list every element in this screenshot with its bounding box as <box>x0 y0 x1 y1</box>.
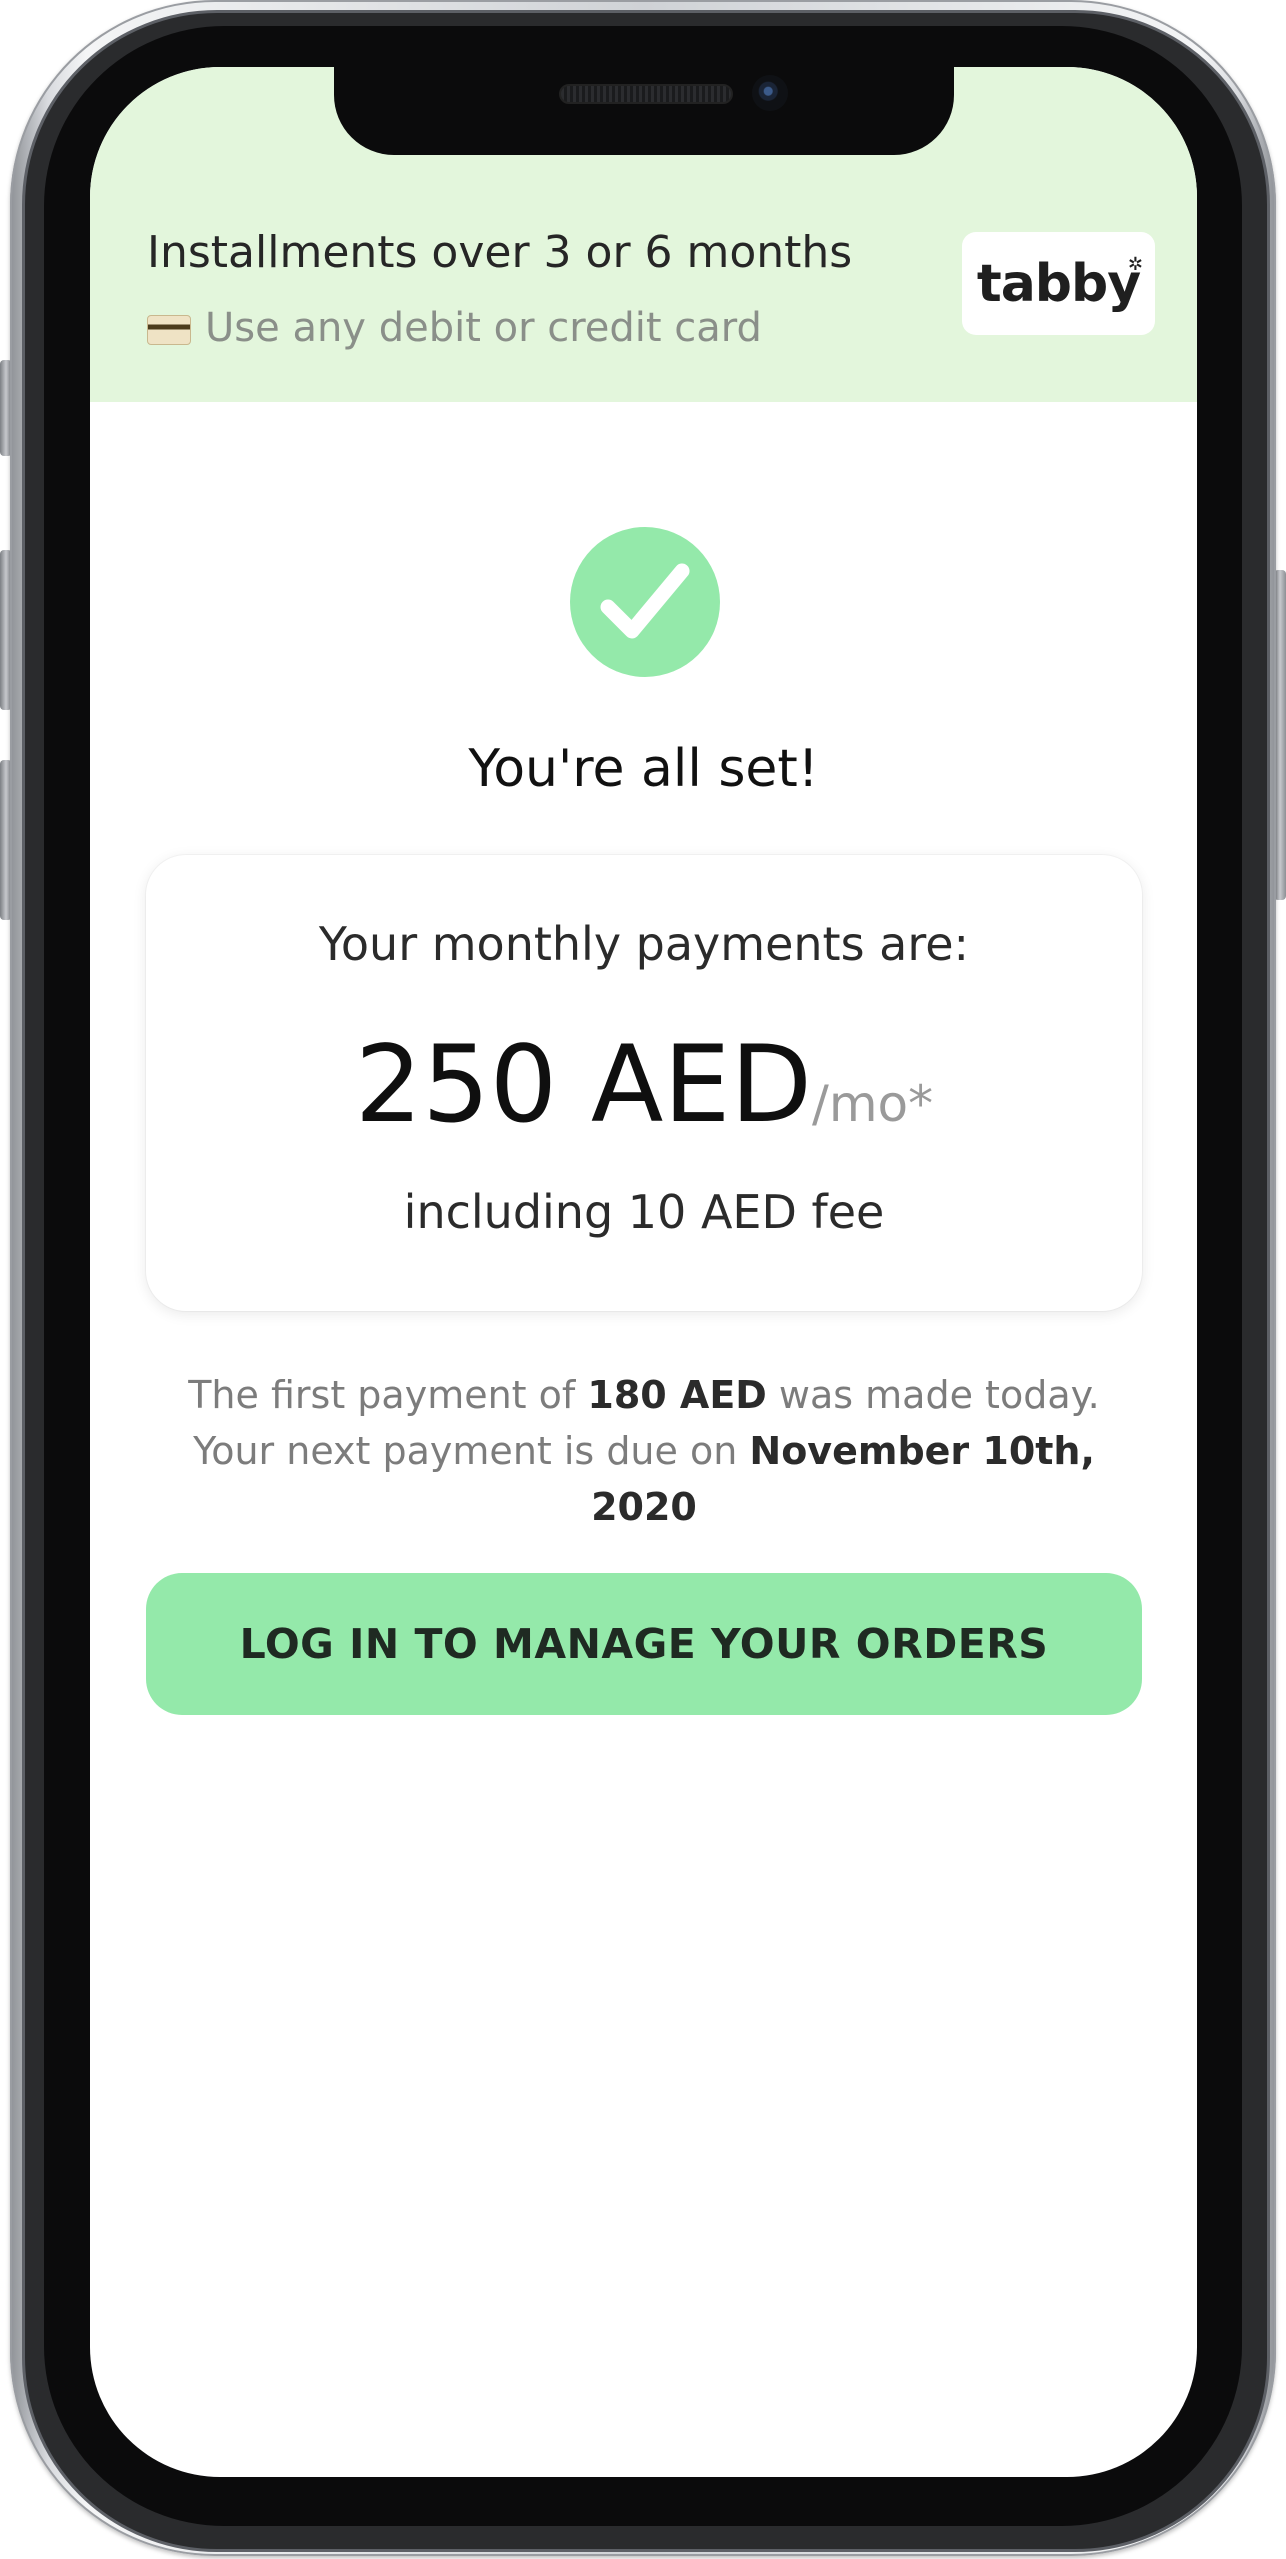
success-check-icon <box>570 527 720 677</box>
monthly-payment-suffix: /mo* <box>811 1075 934 1133</box>
banner-subtitle-row: Use any debit or credit card <box>147 305 762 351</box>
success-heading: You're all set! <box>468 739 819 799</box>
banner-subtitle: Use any debit or credit card <box>205 305 762 351</box>
monthly-payment-label: Your monthly payments are: <box>318 917 970 971</box>
payment-schedule-note: The first payment of 180 AED was made to… <box>150 1367 1138 1535</box>
tabby-logo: tabby ✲ <box>962 232 1155 335</box>
monthly-payment-amount: 250 AED <box>354 1023 812 1146</box>
notch <box>334 67 954 155</box>
monthly-payment-fee: including 10 AED fee <box>403 1185 885 1239</box>
monthly-payment-card: Your monthly payments are: 250 AED/mo* i… <box>146 855 1142 1311</box>
credit-card-icon <box>147 315 191 345</box>
front-camera <box>752 75 788 111</box>
check-icon <box>600 563 690 639</box>
tabby-logo-text: tabby <box>976 253 1141 314</box>
banner-title: Installments over 3 or 6 months <box>147 227 853 278</box>
speaker-grille <box>559 84 733 104</box>
login-manage-orders-button[interactable]: LOG IN TO MANAGE YOUR ORDERS <box>146 1573 1142 1715</box>
device-mockup: Installments over 3 or 6 months Use any … <box>0 0 1286 2559</box>
first-payment-amount: 180 AED <box>587 1373 767 1417</box>
tabby-logo-mark: ✲ <box>1127 254 1143 275</box>
phone-screen: Installments over 3 or 6 months Use any … <box>90 67 1197 2477</box>
monthly-payment-amount-row: 250 AED/mo* <box>146 1023 1142 1146</box>
note-text-1: The first payment of <box>188 1373 588 1417</box>
